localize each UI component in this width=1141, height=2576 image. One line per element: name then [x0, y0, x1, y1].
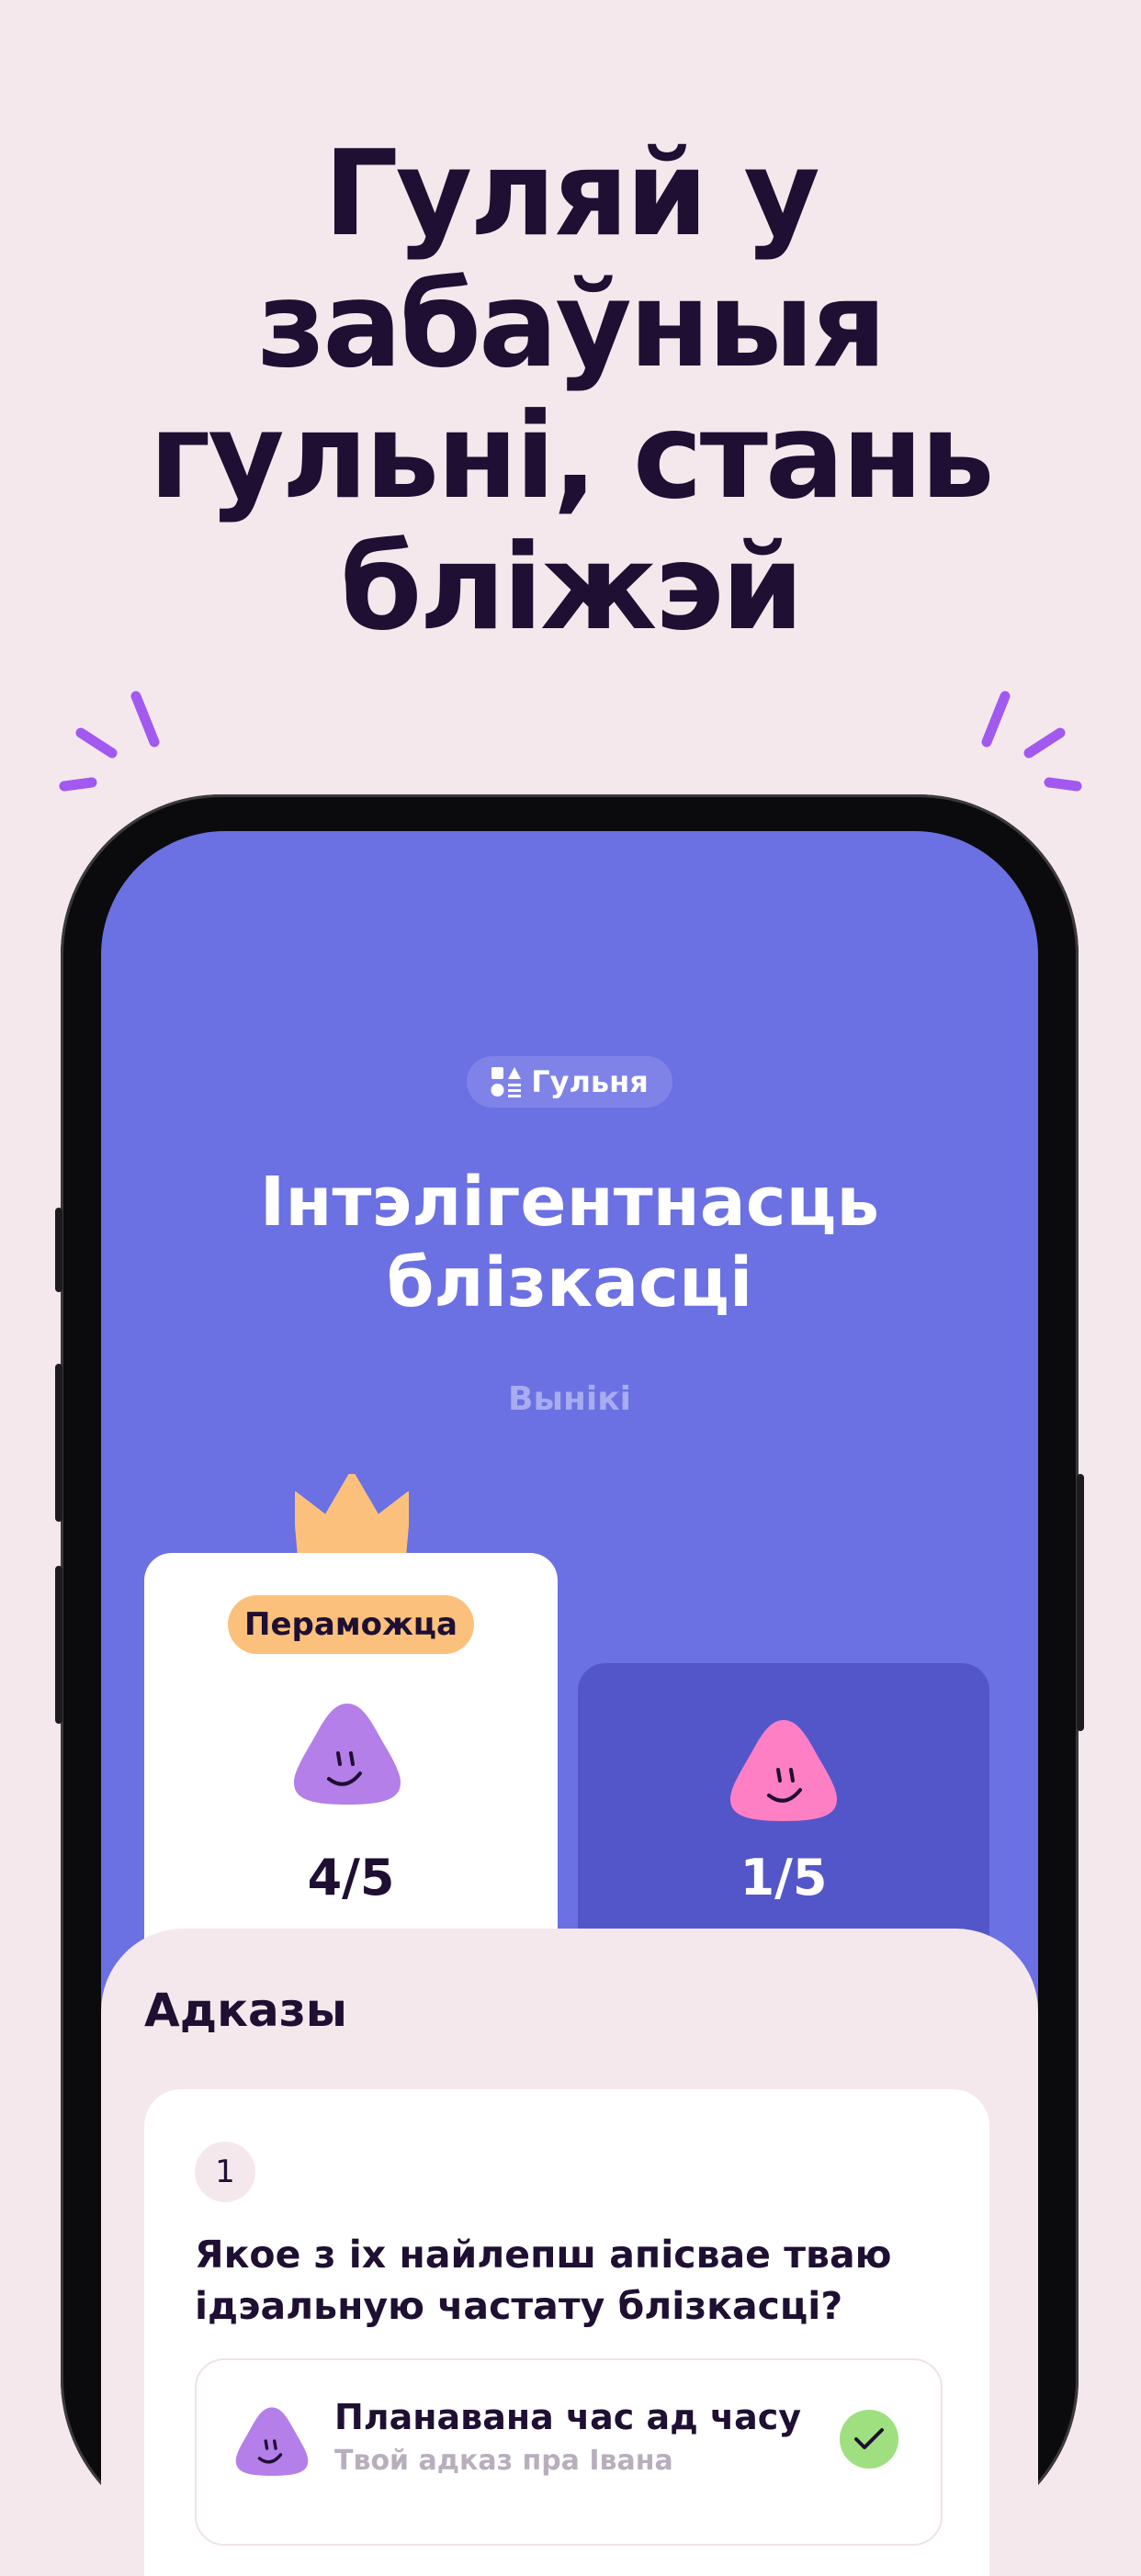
phone-volume-up-button	[55, 1364, 62, 1522]
game-chip: Гульня	[467, 1056, 672, 1108]
sparkle-right-icon	[981, 691, 1082, 792]
headline-line-3: гульні, стань	[149, 388, 994, 525]
phone-power-button	[1077, 1474, 1084, 1731]
game-title-line-1: Інтэлігентнасць	[259, 1163, 880, 1242]
question-text: Якое з іх найлепш апісвае тваю ідэальную…	[195, 2229, 948, 2332]
phone-screen: Гульня Інтэлігентнасць блізкасці Вынікі …	[101, 831, 1038, 2576]
question-card[interactable]: 1 Якое з іх найлепш апісвае тваю ідэальн…	[144, 2089, 989, 2576]
question-line-2: ідэальную частату блізкасці?	[195, 2284, 843, 2328]
game-title: Інтэлігентнасць блізкасці	[101, 1162, 1038, 1323]
answer-option[interactable]: Планавана час ад часу Твой адказ пра Іва…	[195, 2358, 943, 2546]
question-number: 1	[195, 2142, 255, 2202]
avatar-pink-icon	[730, 1720, 837, 1821]
answers-title: Адказы	[144, 1984, 348, 2037]
headline-line-2: забаўныя	[256, 257, 887, 394]
game-title-line-2: блізкасці	[386, 1243, 753, 1322]
crown-icon	[295, 1474, 409, 1557]
winner-badge: Пераможца	[228, 1595, 474, 1654]
check-badge	[840, 2410, 898, 2469]
game-chip-label: Гульня	[531, 1064, 649, 1099]
answers-sheet[interactable]: Адказы 1 Якое з іх найлепш апісвае тваю …	[101, 1929, 1038, 2576]
phone-volume-down-button	[55, 1566, 62, 1724]
answer-text: Планавана час ад часу	[334, 2397, 802, 2437]
opponent-score: 1/5	[740, 1849, 828, 1907]
sparkle-left-icon	[59, 691, 160, 792]
answer-subtext: Твой адказ пра Івана	[334, 2445, 673, 2477]
winner-score: 4/5	[307, 1849, 395, 1907]
headline: Гуляй у забаўныя гульні, стань бліжэй	[0, 129, 1141, 654]
avatar-purple-icon	[294, 1704, 401, 1805]
game-shapes-icon	[491, 1067, 522, 1097]
headline-line-1: Гуляй у	[323, 126, 820, 263]
headline-line-4: бліжэй	[340, 520, 804, 657]
results-subtitle: Вынікі	[508, 1380, 631, 1418]
avatar-purple-small-icon	[235, 2407, 309, 2476]
checkmark-icon	[854, 2428, 884, 2449]
phone-mute-button	[55, 1208, 62, 1292]
question-line-1: Якое з іх найлепш апісвае тваю	[195, 2233, 892, 2277]
